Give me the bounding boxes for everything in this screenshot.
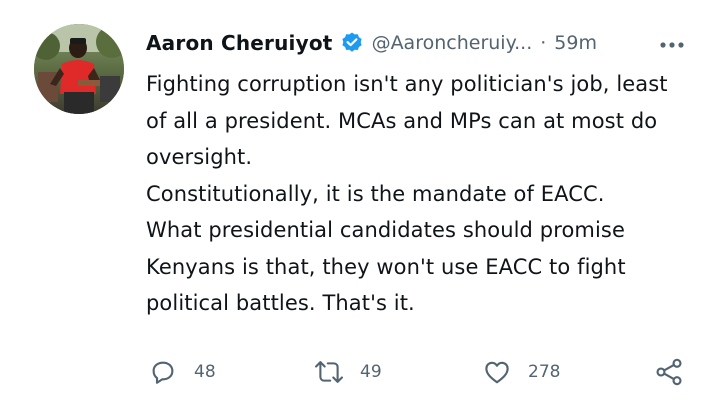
reply-icon [146, 355, 180, 389]
reply-count: 48 [194, 362, 216, 382]
verified-badge-icon [340, 31, 364, 55]
tweet-text-line: oversight. [146, 145, 253, 169]
tweet-text: Fighting corruption isn't any politician… [146, 66, 702, 322]
share-button[interactable] [652, 352, 686, 392]
reply-button[interactable]: 48 [146, 352, 216, 392]
tweet-card[interactable]: Aaron Cheruiyot @Aaroncheruiy... · 59m F… [0, 0, 720, 415]
retweet-count: 49 [360, 362, 382, 382]
action-bar: 48 49 278 [146, 352, 696, 392]
tweet-text-line: What presidential candidates should prom… [146, 218, 625, 242]
avatar-image [34, 24, 124, 114]
like-button[interactable]: 278 [480, 352, 560, 392]
display-name[interactable]: Aaron Cheruiyot [146, 31, 333, 55]
separator-dot: · [540, 32, 547, 54]
avatar[interactable] [34, 24, 124, 114]
more-options-button[interactable] [655, 26, 689, 60]
tweet-text-line: Fighting corruption isn't any politician… [146, 72, 668, 96]
retweet-button[interactable]: 49 [312, 352, 382, 392]
share-icon [652, 355, 686, 389]
tweet-text-line: Constitutionally, it is the mandate of E… [146, 181, 605, 206]
like-count: 278 [528, 362, 561, 382]
heart-icon [480, 355, 514, 389]
tweet-header: Aaron Cheruiyot @Aaroncheruiy... · 59m [146, 26, 696, 60]
tweet-text-line: Kenyans is that, they won't use EACC to … [146, 254, 626, 279]
tweet-text-line: political battles. That's it. [146, 291, 415, 315]
more-horizontal-icon [659, 34, 685, 53]
tweet-text-line: of all a president. MCAs and MPs can at … [146, 108, 658, 133]
retweet-icon [312, 355, 346, 389]
timestamp[interactable]: 59m [554, 32, 597, 54]
handle[interactable]: @Aaroncheruiy... [372, 32, 533, 54]
